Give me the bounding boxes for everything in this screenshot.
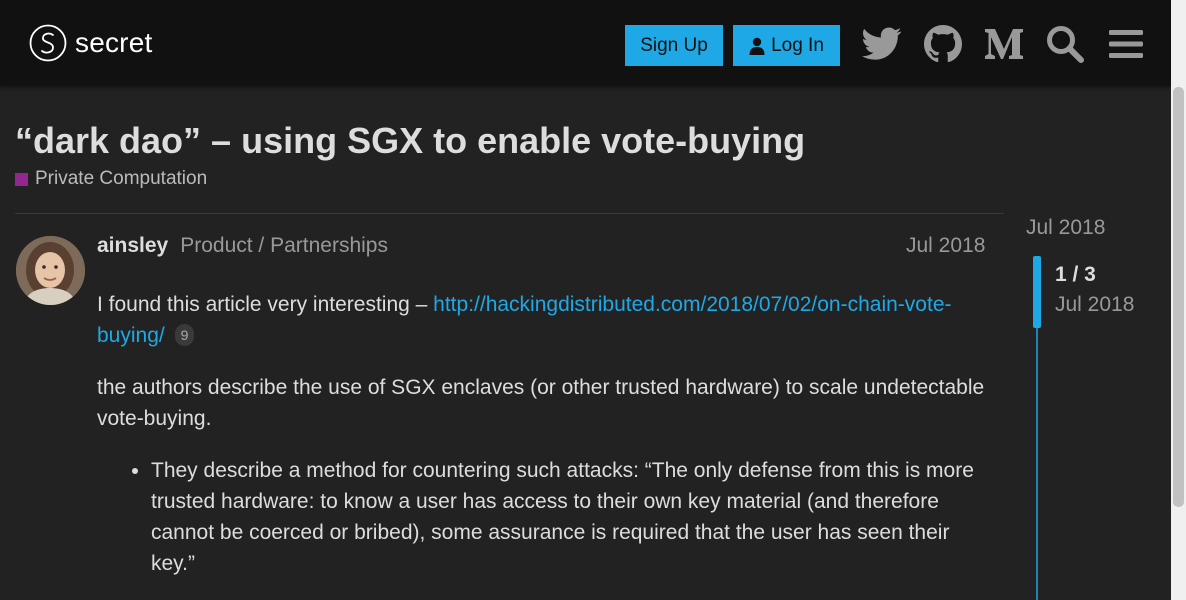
scrollbar-thumb[interactable] xyxy=(1173,87,1184,507)
list-item: They describe a method for countering su… xyxy=(151,455,992,579)
topic-title[interactable]: “dark dao” – using SGX to enable vote-bu… xyxy=(15,120,805,162)
user-title: Product / Partnerships xyxy=(180,234,388,257)
user-avatar-image xyxy=(16,236,85,305)
timeline-handle[interactable] xyxy=(1033,256,1041,328)
post-body: I found this article very interesting – … xyxy=(97,289,992,579)
avatar[interactable] xyxy=(16,236,85,305)
page-scrollbar[interactable] xyxy=(1171,0,1186,600)
menu-button[interactable] xyxy=(1104,22,1148,66)
post-paragraph-2: the authors describe the use of SGX encl… xyxy=(97,376,985,430)
post-paragraph-1-text: I found this article very interesting – xyxy=(97,293,434,316)
post-bullet-list: They describe a method for countering su… xyxy=(97,455,992,579)
post-date[interactable]: Jul 2018 xyxy=(906,234,985,258)
category-badge[interactable]: Private Computation xyxy=(15,168,207,190)
sign-up-button[interactable]: Sign Up xyxy=(625,25,723,66)
category-name: Private Computation xyxy=(35,168,208,189)
post-username[interactable]: ainsley xyxy=(97,234,168,258)
medium-icon xyxy=(985,29,1023,59)
topic-divider xyxy=(15,213,1004,214)
site-logo[interactable]: secret xyxy=(29,24,152,62)
github-icon xyxy=(924,25,962,63)
log-in-label: Log In xyxy=(771,34,824,56)
twitter-link[interactable] xyxy=(860,22,904,66)
link-click-count: 9 xyxy=(174,324,195,346)
medium-link[interactable] xyxy=(982,22,1026,66)
log-in-button[interactable]: Log In xyxy=(733,25,840,66)
search-button[interactable] xyxy=(1043,22,1087,66)
github-link[interactable] xyxy=(921,22,965,66)
twitter-icon xyxy=(862,27,902,60)
timeline-start-date[interactable]: Jul 2018 xyxy=(1026,216,1105,240)
brand-name: secret xyxy=(75,27,153,58)
post-paragraph-1: I found this article very interesting – … xyxy=(97,289,992,351)
user-icon xyxy=(749,37,765,55)
post-meta: ainsley Product / Partnerships xyxy=(97,234,388,258)
timeline-current-date: Jul 2018 xyxy=(1055,293,1135,316)
hamburger-menu-icon xyxy=(1109,30,1143,58)
site-header: secret Sign Up Log In xyxy=(0,0,1171,86)
category-color-swatch xyxy=(15,172,28,186)
search-icon xyxy=(1047,26,1084,63)
timeline-position: 1 / 3 xyxy=(1055,263,1096,286)
secret-logo-icon xyxy=(29,24,67,62)
